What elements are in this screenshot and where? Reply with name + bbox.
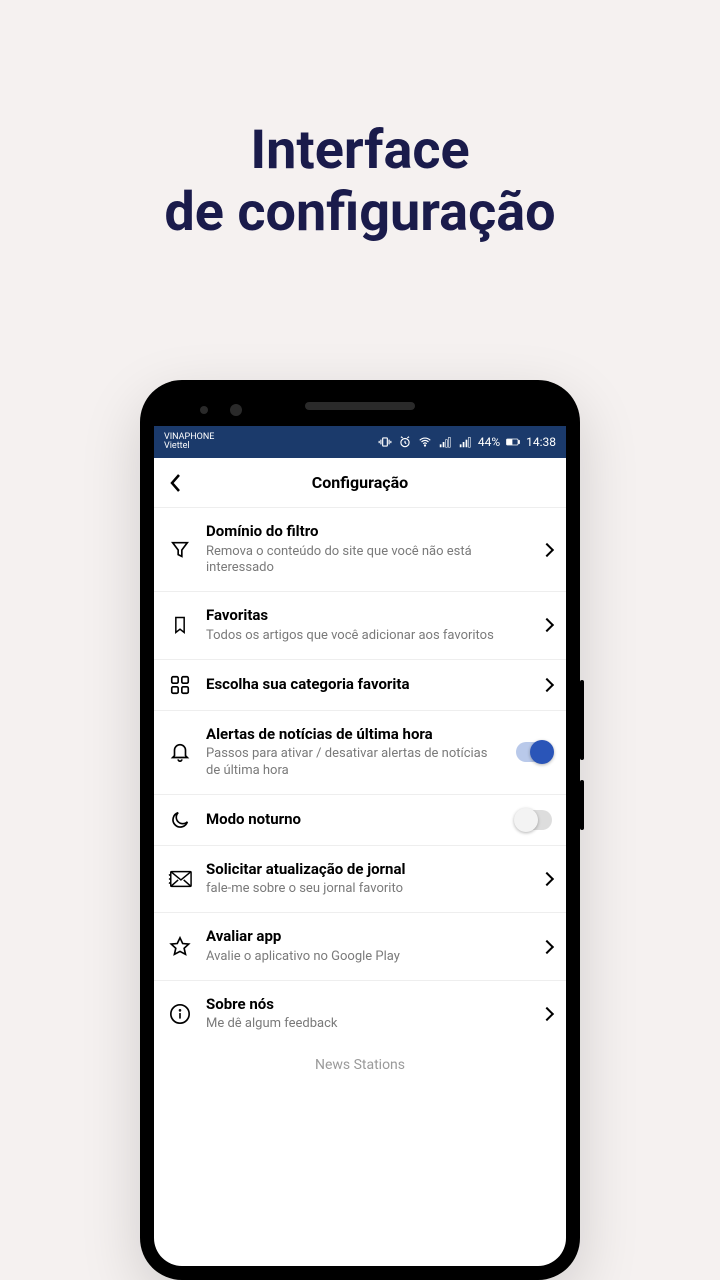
chevron-right-icon — [512, 1009, 552, 1019]
page-title: Configuração — [154, 473, 566, 492]
app-footer-name: News Stations — [154, 1047, 566, 1073]
item-body: Modo noturno — [206, 810, 498, 830]
item-title: Favoritas — [206, 606, 498, 626]
battery-percent: 44% — [478, 435, 500, 449]
back-button[interactable] — [154, 473, 198, 493]
chevron-right-icon — [512, 874, 552, 884]
item-body: Domínio do filtroRemova o conteúdo do si… — [206, 522, 498, 577]
settings-item[interactable]: Escolha sua categoria favorita — [154, 660, 566, 711]
item-body: Escolha sua categoria favorita — [206, 675, 498, 695]
settings-item[interactable]: Domínio do filtroRemova o conteúdo do si… — [154, 508, 566, 592]
vibrate-icon — [378, 435, 392, 449]
toggle-switch[interactable] — [512, 742, 552, 762]
item-title: Solicitar atualização de jornal — [206, 860, 498, 880]
item-title: Sobre nós — [206, 995, 498, 1015]
mail-icon — [168, 870, 192, 888]
phone-speaker — [305, 402, 415, 410]
signal-icon — [438, 435, 452, 449]
app-header: Configuração — [154, 458, 566, 508]
item-body: Avaliar app Avalie o aplicativo no Google… — [206, 927, 498, 965]
bell-icon — [168, 741, 192, 763]
grid-icon — [168, 674, 192, 696]
phone-camera-dot — [200, 406, 208, 414]
item-title: Avaliar app — [206, 927, 498, 947]
item-subtitle: Me dê algum feedback — [206, 1016, 498, 1033]
item-title: Domínio do filtro — [206, 522, 498, 542]
star-icon — [168, 936, 192, 958]
phone-frame: VINAPHONE Viettel 44% 14:38 Configuração… — [140, 380, 580, 1280]
settings-item[interactable]: Avaliar app Avalie o aplicativo no Google… — [154, 913, 566, 980]
carrier-secondary: Viettel — [164, 442, 214, 451]
signal-icon — [458, 435, 472, 449]
item-subtitle: fale-me sobre o seu jornal favorito — [206, 881, 498, 898]
status-right: 44% 14:38 — [378, 435, 556, 449]
phone-side-button — [580, 780, 584, 830]
phone-screen: VINAPHONE Viettel 44% 14:38 Configuração… — [154, 426, 566, 1266]
bookmark-icon — [168, 614, 192, 636]
status-time: 14:38 — [526, 435, 556, 449]
toggle-switch[interactable] — [512, 810, 552, 830]
item-subtitle: Avalie o aplicativo no Google Play — [206, 949, 498, 966]
chevron-right-icon — [512, 545, 552, 555]
item-subtitle: Remova o conteúdo do site que você não e… — [206, 544, 498, 578]
settings-item[interactable]: Solicitar atualização de jornalfale-me s… — [154, 846, 566, 913]
alarm-icon — [398, 435, 412, 449]
filter-icon — [168, 539, 192, 561]
status-bar: VINAPHONE Viettel 44% 14:38 — [154, 426, 566, 458]
chevron-right-icon — [512, 620, 552, 630]
phone-side-button — [580, 680, 584, 760]
moon-icon — [168, 809, 192, 831]
settings-list: Domínio do filtroRemova o conteúdo do si… — [154, 508, 566, 1047]
phone-camera-dot — [230, 404, 242, 416]
chevron-left-icon — [169, 473, 183, 493]
item-body: Alertas de notícias de última horaPassos… — [206, 725, 498, 780]
item-subtitle: Todos os artigos que você adicionar aos … — [206, 628, 498, 645]
chevron-right-icon — [512, 942, 552, 952]
item-title: Alertas de notícias de última hora — [206, 725, 498, 745]
info-icon — [168, 1003, 192, 1025]
item-body: Favoritas Todos os artigos que você adici… — [206, 606, 498, 644]
item-subtitle: Passos para ativar / desativar alertas d… — [206, 746, 498, 780]
item-title: Modo noturno — [206, 810, 498, 830]
wifi-icon — [418, 435, 432, 449]
chevron-right-icon — [512, 680, 552, 690]
hero-line-1: Interface — [0, 120, 720, 182]
settings-item[interactable]: Sobre nósMe dê algum feedback — [154, 981, 566, 1047]
hero-title: Interface de configuração — [0, 0, 720, 244]
settings-item[interactable]: Modo noturno — [154, 795, 566, 846]
settings-item[interactable]: Favoritas Todos os artigos que você adici… — [154, 592, 566, 659]
item-body: Solicitar atualização de jornalfale-me s… — [206, 860, 498, 898]
status-carriers: VINAPHONE Viettel — [164, 433, 214, 451]
item-title: Escolha sua categoria favorita — [206, 675, 498, 695]
battery-icon — [506, 435, 520, 449]
item-body: Sobre nósMe dê algum feedback — [206, 995, 498, 1033]
hero-line-2: de configuração — [0, 182, 720, 244]
settings-item[interactable]: Alertas de notícias de última horaPassos… — [154, 711, 566, 795]
